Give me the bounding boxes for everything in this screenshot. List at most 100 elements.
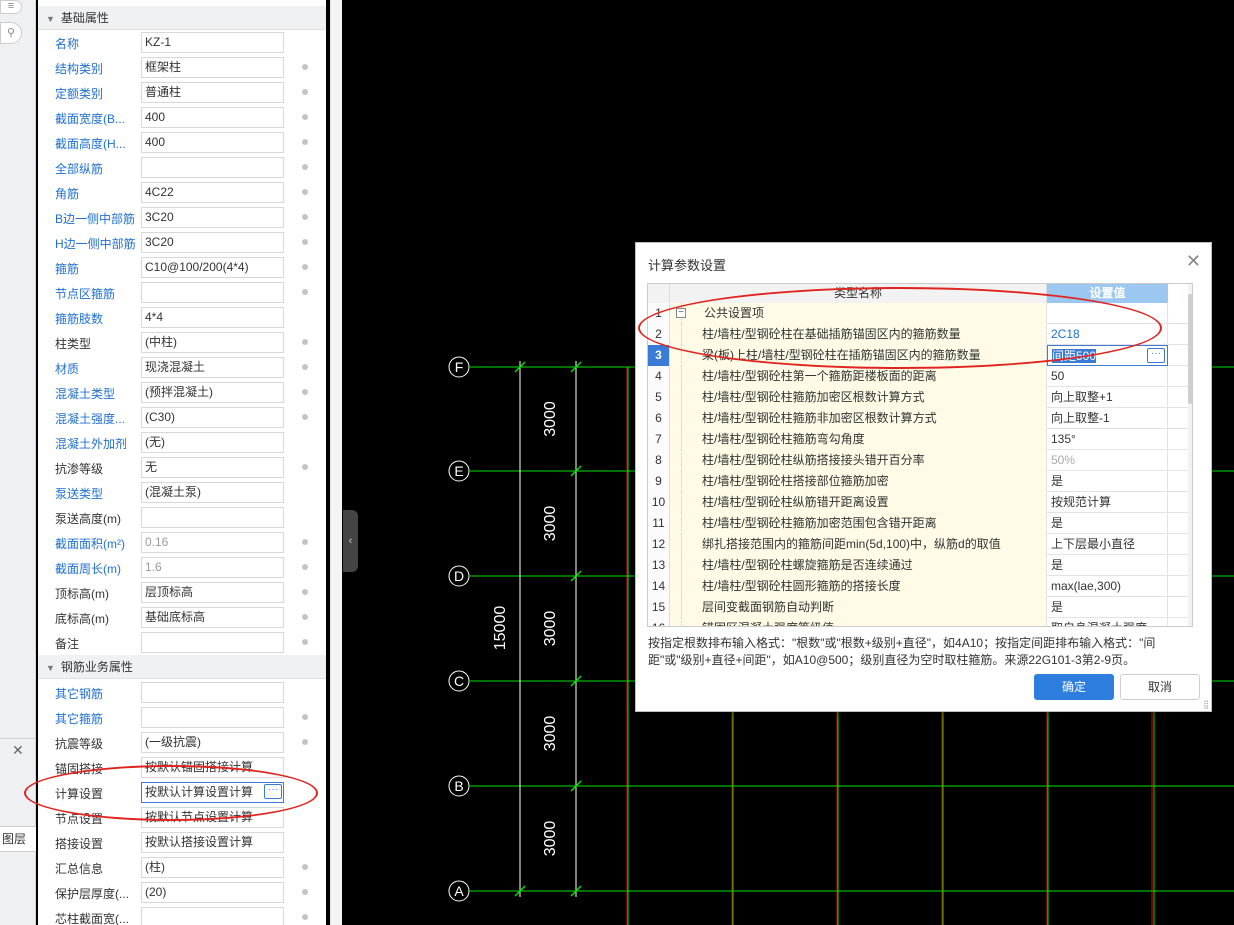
property-value-field[interactable]: 400 [141, 132, 284, 153]
property-value-field[interactable]: 无 [141, 457, 284, 478]
property-value-field[interactable]: 普通柱 [141, 82, 284, 103]
property-row: 保护层厚度(... (20) [38, 880, 326, 905]
setting-value[interactable]: 向上取整+1 [1047, 387, 1168, 408]
property-value-field[interactable]: C10@100/200(4*4) [141, 257, 284, 278]
property-value-field[interactable]: KZ-1 [141, 32, 284, 53]
setting-value[interactable]: 是 [1047, 555, 1168, 576]
setting-value[interactable]: 按规范计算 [1047, 492, 1168, 513]
grid-row[interactable]: 9 柱/墙柱/型钢砼柱搭接部位箍筋加密是 [648, 471, 1192, 492]
property-value-field[interactable]: 按默认搭接设置计算 [141, 832, 284, 853]
property-row: 混凝土外加剂 (无) [38, 430, 326, 455]
grid-scrollbar-thumb[interactable] [1188, 294, 1192, 404]
resize-grip-icon[interactable]: ⣿ [1203, 700, 1209, 709]
search-icon[interactable]: ⚲ [0, 22, 22, 44]
property-value-field[interactable] [141, 507, 284, 528]
dialog-title: 计算参数设置 [648, 258, 727, 273]
property-value-field[interactable] [141, 282, 284, 303]
property-value-field[interactable] [141, 707, 284, 728]
tree-indent [670, 450, 682, 471]
setting-value[interactable]: 是 [1047, 597, 1168, 618]
total-dimension-label: 15000 [492, 606, 509, 651]
layer-tab[interactable]: 图层 [0, 826, 36, 852]
property-value-field[interactable] [141, 157, 284, 178]
cancel-button[interactable]: 取消 [1120, 674, 1200, 700]
grid-row[interactable]: 12 绑扎搭接范围内的箍筋间距min(5d,100)中，纵筋d的取值 上下层最小直径 [648, 534, 1192, 555]
property-row: 截面面积(m²) 0.16 [38, 530, 326, 555]
setting-value[interactable]: 50 [1047, 366, 1168, 387]
property-value-field[interactable]: 现浇混凝土 [141, 357, 284, 378]
setting-name: 柱/墙柱/型钢砼柱第一个箍筋距楼板面的距离 [682, 366, 1047, 387]
setting-value-text: 50% [1051, 453, 1076, 467]
close-icon[interactable]: ✕ [1186, 251, 1201, 272]
grid-row[interactable]: 11 柱/墙柱/型钢砼柱箍筋加密范围包含错开距离是 [648, 513, 1192, 534]
property-row: 备注 [38, 630, 326, 655]
setting-value-text: 是 [1051, 558, 1064, 572]
status-dot-icon [302, 639, 308, 645]
tree-indent [670, 597, 682, 618]
setting-value[interactable]: 是 [1047, 513, 1168, 534]
setting-value[interactable]: max(lae,300) [1047, 576, 1168, 597]
setting-value[interactable]: 50% [1047, 450, 1168, 471]
panel-collapse-handle[interactable]: ‹ [343, 510, 358, 572]
ok-button[interactable]: 确定 [1034, 674, 1114, 700]
property-value-field[interactable]: 3C20 [141, 207, 284, 228]
status-dot-icon [302, 539, 308, 545]
ellipsis-button[interactable]: ··· [1147, 348, 1165, 363]
property-name: 箍筋肢数 [55, 312, 104, 326]
property-value-field[interactable]: (混凝土泵) [141, 482, 284, 503]
property-value-field[interactable] [141, 907, 284, 925]
property-value: (一级抗震) [145, 735, 201, 749]
grid-row[interactable]: 5 柱/墙柱/型钢砼柱箍筋加密区根数计算方式 向上取整+1 [648, 387, 1192, 408]
close-icon[interactable]: ✕ [12, 742, 24, 759]
property-value-field[interactable]: (一级抗震) [141, 732, 284, 753]
property-row: 全部纵筋 [38, 155, 326, 180]
property-row: 定额类别 普通柱 [38, 80, 326, 105]
section-basic-props[interactable]: ▼ 基础属性 [38, 6, 326, 30]
property-name: 泵送高度(m) [55, 512, 121, 526]
status-dot-icon [302, 414, 308, 420]
property-row: H边一侧中部筋 3C20 [38, 230, 326, 255]
property-value-field[interactable]: 1.6 [141, 557, 284, 578]
property-name: 抗渗等级 [55, 462, 104, 476]
property-row: 材质 现浇混凝土 [38, 355, 326, 380]
grid-row[interactable]: 4 柱/墙柱/型钢砼柱第一个箍筋距楼板面的距离 50 [648, 366, 1192, 387]
property-value-field[interactable]: (柱) [141, 857, 284, 878]
setting-value[interactable]: 135° [1047, 429, 1168, 450]
property-value-field[interactable]: 4*4 [141, 307, 284, 328]
property-value-field[interactable]: (中柱) [141, 332, 284, 353]
grid-row[interactable]: 7 柱/墙柱/型钢砼柱箍筋弯勾角度 135° [648, 429, 1192, 450]
property-value-field[interactable]: 基础底标高 [141, 607, 284, 628]
setting-value[interactable]: 是 [1047, 471, 1168, 492]
grid-row[interactable]: 10 柱/墙柱/型钢砼柱纵筋错开距离设置 按规范计算 [648, 492, 1192, 513]
property-value-field[interactable]: 400 [141, 107, 284, 128]
grid-row[interactable]: 14 柱/墙柱/型钢砼柱圆形箍筋的搭接长度 max(lae,300) [648, 576, 1192, 597]
property-value-field[interactable]: 4C22 [141, 182, 284, 203]
collapse-icon[interactable]: ≡ [0, 0, 22, 14]
grid-row[interactable]: 15 层间变截面钢筋自动判断是 [648, 597, 1192, 618]
property-row: 抗渗等级 无 [38, 455, 326, 480]
section-rebar-props[interactable]: ▼ 钢筋业务属性 [38, 655, 326, 679]
status-dot-icon [302, 739, 308, 745]
property-name: 截面周长(m) [55, 562, 121, 576]
setting-value[interactable]: 上下层最小直径 [1047, 534, 1168, 555]
property-value-field[interactable]: 框架柱 [141, 57, 284, 78]
property-value-field[interactable]: 层顶标高 [141, 582, 284, 603]
property-value-field[interactable] [141, 632, 284, 653]
property-value-field[interactable]: (20) [141, 882, 284, 903]
property-row: 芯柱截面宽(... [38, 905, 326, 925]
grid-row[interactable]: 16 锚固区混凝土强度等级值取自身混凝土强度 [648, 618, 1192, 626]
property-value-field[interactable]: 3C20 [141, 232, 284, 253]
setting-value[interactable]: 向上取整-1 [1047, 408, 1168, 429]
setting-name: 层间变截面钢筋自动判断 [682, 597, 1047, 618]
setting-value[interactable]: 取自身混凝土强度 [1047, 618, 1168, 626]
property-value-field[interactable]: (无) [141, 432, 284, 453]
property-panel-scrollbar[interactable] [330, 0, 342, 925]
tree-indent [670, 471, 682, 492]
property-value-field[interactable]: 0.16 [141, 532, 284, 553]
grid-row[interactable]: 6 柱/墙柱/型钢砼柱箍筋非加密区根数计算方式 向上取整-1 [648, 408, 1192, 429]
grid-row[interactable]: 8 柱/墙柱/型钢砼柱纵筋搭接接头错开百分率 50% [648, 450, 1192, 471]
property-value-field[interactable] [141, 682, 284, 703]
property-value-field[interactable]: (预拌混凝土) [141, 382, 284, 403]
property-value-field[interactable]: (C30) [141, 407, 284, 428]
grid-row[interactable]: 13 柱/墙柱/型钢砼柱螺旋箍筋是否连续通过是 [648, 555, 1192, 576]
